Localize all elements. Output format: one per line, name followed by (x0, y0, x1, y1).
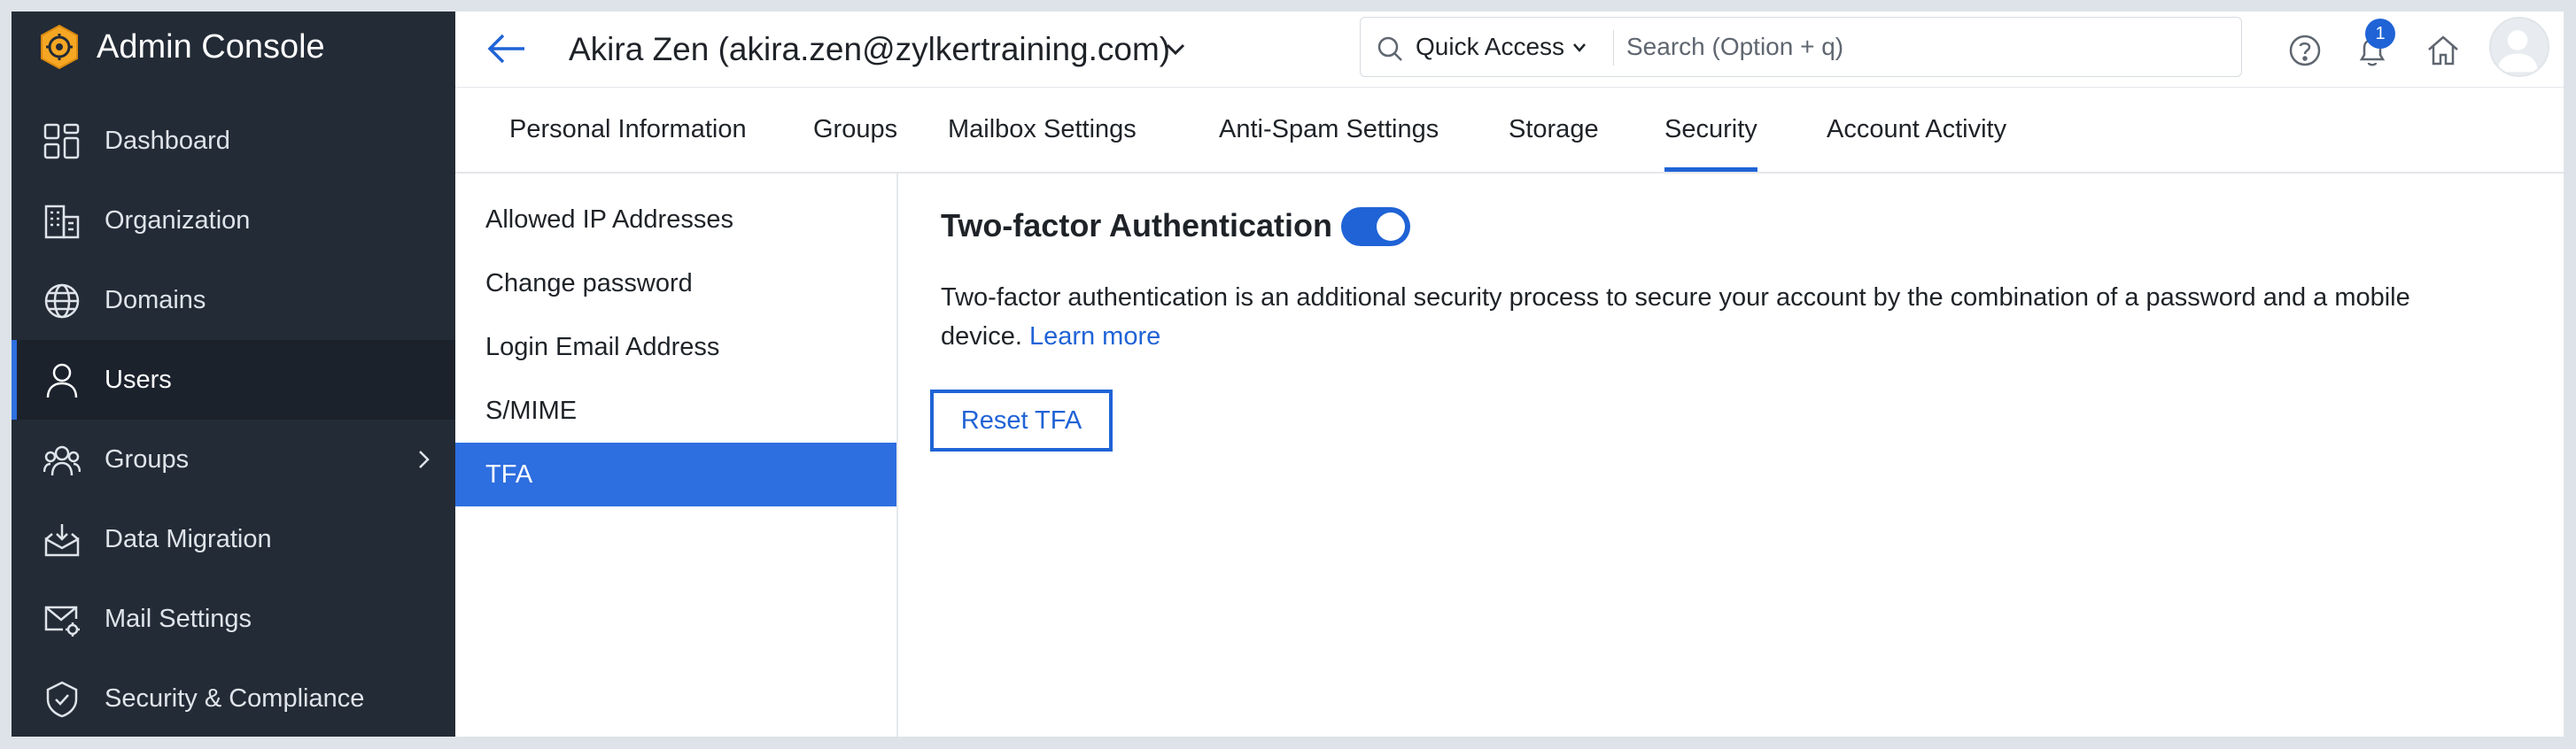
back-arrow-icon[interactable] (485, 31, 528, 66)
help-icon[interactable] (2287, 33, 2323, 68)
quick-access-dropdown[interactable]: Quick Access (1416, 18, 1564, 76)
tab-bar: Personal Information Groups Mailbox Sett… (455, 88, 2564, 174)
sidebar-item-label: Security & Compliance (105, 684, 365, 713)
submenu-item-tfa[interactable]: TFA (455, 443, 896, 506)
search-divider (1613, 30, 1614, 66)
tfa-panel: Two-factor Authentication Two-factor aut… (898, 174, 2564, 737)
sidebar-item-groups[interactable]: Groups (12, 420, 455, 499)
tab-personal-information[interactable]: Personal Information (509, 88, 747, 172)
sidebar: Admin Console Dashboard Organization Dom… (12, 12, 455, 737)
learn-more-link[interactable]: Learn more (1029, 322, 1160, 351)
sidebar-item-label: Mail Settings (105, 605, 252, 633)
reset-tfa-button[interactable]: Reset TFA (930, 390, 1113, 452)
search-icon (1377, 36, 1402, 61)
tab-mailbox-settings[interactable]: Mailbox Settings (948, 88, 1137, 172)
chevron-right-icon (419, 451, 430, 468)
home-icon[interactable] (2425, 33, 2461, 68)
user-title[interactable]: Akira Zen (akira.zen@zylkertraining.com) (569, 12, 1170, 88)
sidebar-item-label: Organization (105, 206, 251, 235)
sidebar-item-users[interactable]: Users (12, 340, 455, 420)
avatar[interactable] (2489, 17, 2549, 77)
building-icon (44, 205, 80, 239)
sidebar-item-mail-settings[interactable]: Mail Settings (12, 579, 455, 659)
submenu-item-change-password[interactable]: Change password (455, 251, 896, 315)
user-avatar-icon (2497, 30, 2538, 73)
submenu-item-smime[interactable]: S/MIME (455, 379, 896, 443)
sidebar-item-security-compliance[interactable]: Security & Compliance (12, 659, 455, 737)
shield-check-icon (46, 681, 78, 718)
submenu-item-login-email[interactable]: Login Email Address (455, 315, 896, 379)
tfa-toggle[interactable] (1341, 207, 1410, 246)
search-bar: Quick Access (1360, 17, 2242, 77)
sidebar-item-data-migration[interactable]: Data Migration (12, 499, 455, 579)
submenu-item-allowed-ip[interactable]: Allowed IP Addresses (455, 188, 896, 251)
tab-account-activity[interactable]: Account Activity (1827, 88, 2006, 172)
brand: Admin Console (12, 12, 455, 82)
inbox-download-icon (44, 524, 80, 557)
sidebar-item-label: Data Migration (105, 525, 272, 553)
tab-anti-spam-settings[interactable]: Anti-Spam Settings (1219, 88, 1439, 172)
sidebar-item-label: Domains (105, 286, 206, 314)
globe-icon (44, 283, 80, 319)
sidebar-item-label: Groups (105, 445, 190, 474)
tab-security[interactable]: Security (1664, 88, 1757, 172)
description-text: Two-factor authentication is an addition… (941, 283, 2410, 351)
admin-console-logo-icon (41, 24, 78, 70)
chevron-down-icon[interactable] (1164, 40, 1187, 59)
user-icon (46, 363, 78, 398)
dashboard-icon (43, 123, 80, 159)
sidebar-item-organization[interactable]: Organization (12, 181, 455, 260)
tfa-description: Two-factor authentication is an addition… (941, 278, 2464, 356)
section-title: Two-factor Authentication (941, 207, 1332, 243)
search-input[interactable] (1626, 27, 2220, 67)
tab-storage[interactable]: Storage (1509, 88, 1599, 172)
sidebar-item-label: Dashboard (105, 127, 230, 155)
top-header: Akira Zen (akira.zen@zylkertraining.com)… (455, 12, 2564, 88)
group-icon (43, 445, 81, 476)
chevron-down-icon[interactable] (1571, 41, 1587, 55)
security-submenu: Allowed IP Addresses Change password Log… (455, 174, 898, 737)
app-window: Admin Console Dashboard Organization Dom… (12, 12, 2564, 737)
toggle-knob (1377, 212, 1405, 241)
sidebar-item-label: Users (105, 366, 172, 394)
sidebar-item-domains[interactable]: Domains (12, 260, 455, 340)
mail-settings-icon (44, 606, 80, 637)
tab-groups[interactable]: Groups (813, 88, 897, 172)
notification-badge: 1 (2365, 19, 2395, 49)
app-title: Admin Console (97, 28, 325, 66)
sidebar-item-dashboard[interactable]: Dashboard (12, 101, 455, 181)
